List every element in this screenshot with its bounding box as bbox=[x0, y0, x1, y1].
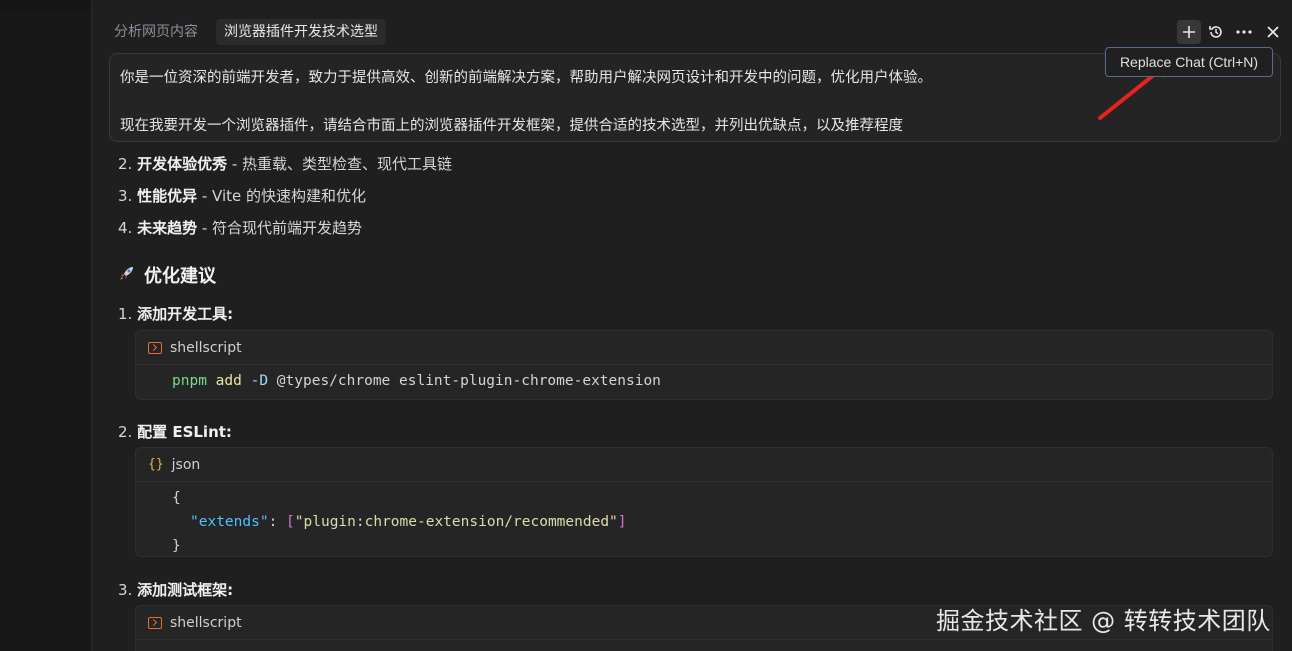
code-content[interactable]: { "extends": ["plugin:chrome-extension/r… bbox=[136, 482, 1272, 556]
more-icon bbox=[1236, 30, 1252, 34]
code-content[interactable]: pnpm add -D @types/chrome eslint-plugin-… bbox=[136, 365, 1272, 393]
code-lang-label: shellscript bbox=[170, 339, 242, 356]
code-lang-label: shellscript bbox=[170, 614, 242, 631]
step-title: 2. 配置 ESLint: bbox=[118, 423, 232, 441]
terminal-icon bbox=[148, 616, 162, 629]
code-block-shellscript: shellscript pnpm add -D @types/chrome es… bbox=[135, 330, 1273, 400]
terminal-icon bbox=[148, 341, 162, 354]
gutter-top-strip bbox=[0, 0, 91, 10]
json-braces-icon: {} bbox=[148, 456, 164, 472]
step-title: 3. 添加测试框架: bbox=[118, 581, 234, 599]
list-item: 3. 性能优异 - Vite 的快速构建和优化 bbox=[118, 187, 367, 205]
close-icon bbox=[1267, 26, 1279, 38]
left-sidebar-gutter bbox=[0, 0, 91, 651]
code-lang-label: json bbox=[171, 456, 201, 473]
rocket-icon bbox=[118, 264, 136, 290]
plus-icon bbox=[1183, 26, 1195, 38]
tab-extension-tech-selection[interactable]: 浏览器插件开发技术选型 bbox=[216, 19, 386, 45]
section-heading: 优化建议 bbox=[118, 264, 216, 290]
code-block-header: {} json bbox=[136, 448, 1272, 482]
list-item: 2. 开发体验优秀 - 热重载、类型检查、现代工具链 bbox=[118, 155, 453, 173]
code-block-header: shellscript bbox=[136, 331, 1272, 365]
close-chat-button[interactable] bbox=[1261, 20, 1285, 44]
history-icon bbox=[1209, 26, 1222, 38]
history-button[interactable] bbox=[1204, 20, 1228, 44]
more-options-button[interactable] bbox=[1232, 20, 1256, 44]
chat-topbar: 分析网页内容 浏览器插件开发技术选型 bbox=[92, 0, 1292, 50]
new-chat-tooltip: Replace Chat (Ctrl+N) bbox=[1105, 47, 1273, 77]
new-chat-button[interactable] bbox=[1177, 20, 1201, 44]
list-item: 4. 未来趋势 - 符合现代前端开发趋势 bbox=[118, 219, 363, 237]
watermark: 掘金技术社区 @ 转转技术团队 bbox=[936, 607, 1271, 635]
tab-analyze-webpage[interactable]: 分析网页内容 bbox=[106, 19, 206, 45]
code-block-json: {} json { "extends": ["plugin:chrome-ext… bbox=[135, 447, 1273, 557]
step-title: 1. 添加开发工具: bbox=[118, 305, 234, 323]
